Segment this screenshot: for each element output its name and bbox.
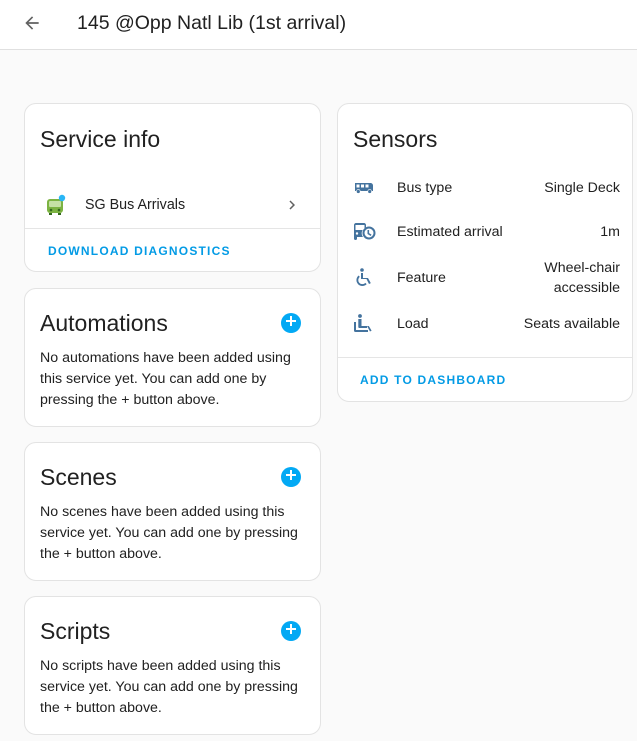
service-info-card: Service info SG Bus Arrivals DOWNLOAD DI… bbox=[24, 103, 321, 272]
sensor-row-estimated-arrival[interactable]: Estimated arrival 1m bbox=[338, 218, 634, 246]
sensor-row-feature[interactable]: Feature Wheel-chair accessible bbox=[338, 256, 634, 300]
arrow-left-icon bbox=[22, 13, 42, 38]
add-scene-button[interactable] bbox=[281, 467, 301, 487]
divider bbox=[338, 357, 632, 358]
sensors-card: Sensors Bus type Single Deck Estimated a… bbox=[337, 103, 633, 402]
sensor-name: Estimated arrival bbox=[397, 224, 503, 240]
automations-empty-text: No automations have been added using thi… bbox=[40, 350, 291, 408]
chevron-right-icon bbox=[283, 196, 301, 219]
back-button[interactable] bbox=[18, 11, 46, 39]
scenes-empty-text: No scenes have been added using this ser… bbox=[40, 504, 298, 562]
plus-icon bbox=[285, 468, 297, 486]
sensor-name: Bus type bbox=[397, 180, 453, 196]
scripts-title: Scripts bbox=[40, 618, 111, 644]
sensor-value: 1m bbox=[600, 224, 620, 240]
bus-integration-logo bbox=[45, 194, 67, 216]
add-script-button[interactable] bbox=[281, 621, 301, 641]
service-info-title: Service info bbox=[40, 126, 161, 152]
sensor-value: Single Deck bbox=[544, 180, 620, 196]
scripts-card: Scripts No scripts have been added using… bbox=[24, 596, 321, 735]
wheelchair-icon bbox=[352, 266, 376, 290]
integration-label: SG Bus Arrivals bbox=[85, 197, 186, 213]
seat-passenger-icon bbox=[352, 312, 376, 336]
sensor-row-load[interactable]: Load Seats available bbox=[338, 310, 634, 338]
page-title: 145 @Opp Natl Lib (1st arrival) bbox=[77, 12, 347, 34]
top-app-bar: 145 @Opp Natl Lib (1st arrival) bbox=[0, 0, 637, 50]
automations-title: Automations bbox=[40, 310, 168, 336]
download-diagnostics-button[interactable]: DOWNLOAD DIAGNOSTICS bbox=[48, 244, 231, 258]
sensors-title: Sensors bbox=[353, 126, 438, 152]
integration-row[interactable]: SG Bus Arrivals bbox=[25, 192, 322, 228]
plus-icon bbox=[285, 314, 297, 332]
bus-side-icon bbox=[352, 176, 376, 200]
scripts-empty-text: No scripts have been added using this se… bbox=[40, 658, 298, 716]
sensor-name: Feature bbox=[397, 270, 446, 286]
sensor-value: Wheel-chair accessible bbox=[544, 260, 620, 296]
bus-clock-icon bbox=[352, 220, 376, 244]
sensor-row-bus-type[interactable]: Bus type Single Deck bbox=[338, 174, 634, 202]
scenes-card: Scenes No scenes have been added using t… bbox=[24, 442, 321, 581]
add-to-dashboard-button[interactable]: ADD TO DASHBOARD bbox=[360, 373, 506, 387]
scenes-title: Scenes bbox=[40, 464, 117, 490]
plus-icon bbox=[285, 622, 297, 640]
sensor-name: Load bbox=[397, 316, 429, 332]
divider bbox=[25, 228, 320, 229]
sensor-value: Seats available bbox=[523, 316, 620, 332]
add-automation-button[interactable] bbox=[281, 313, 301, 333]
automations-card: Automations No automations have been add… bbox=[24, 288, 321, 427]
